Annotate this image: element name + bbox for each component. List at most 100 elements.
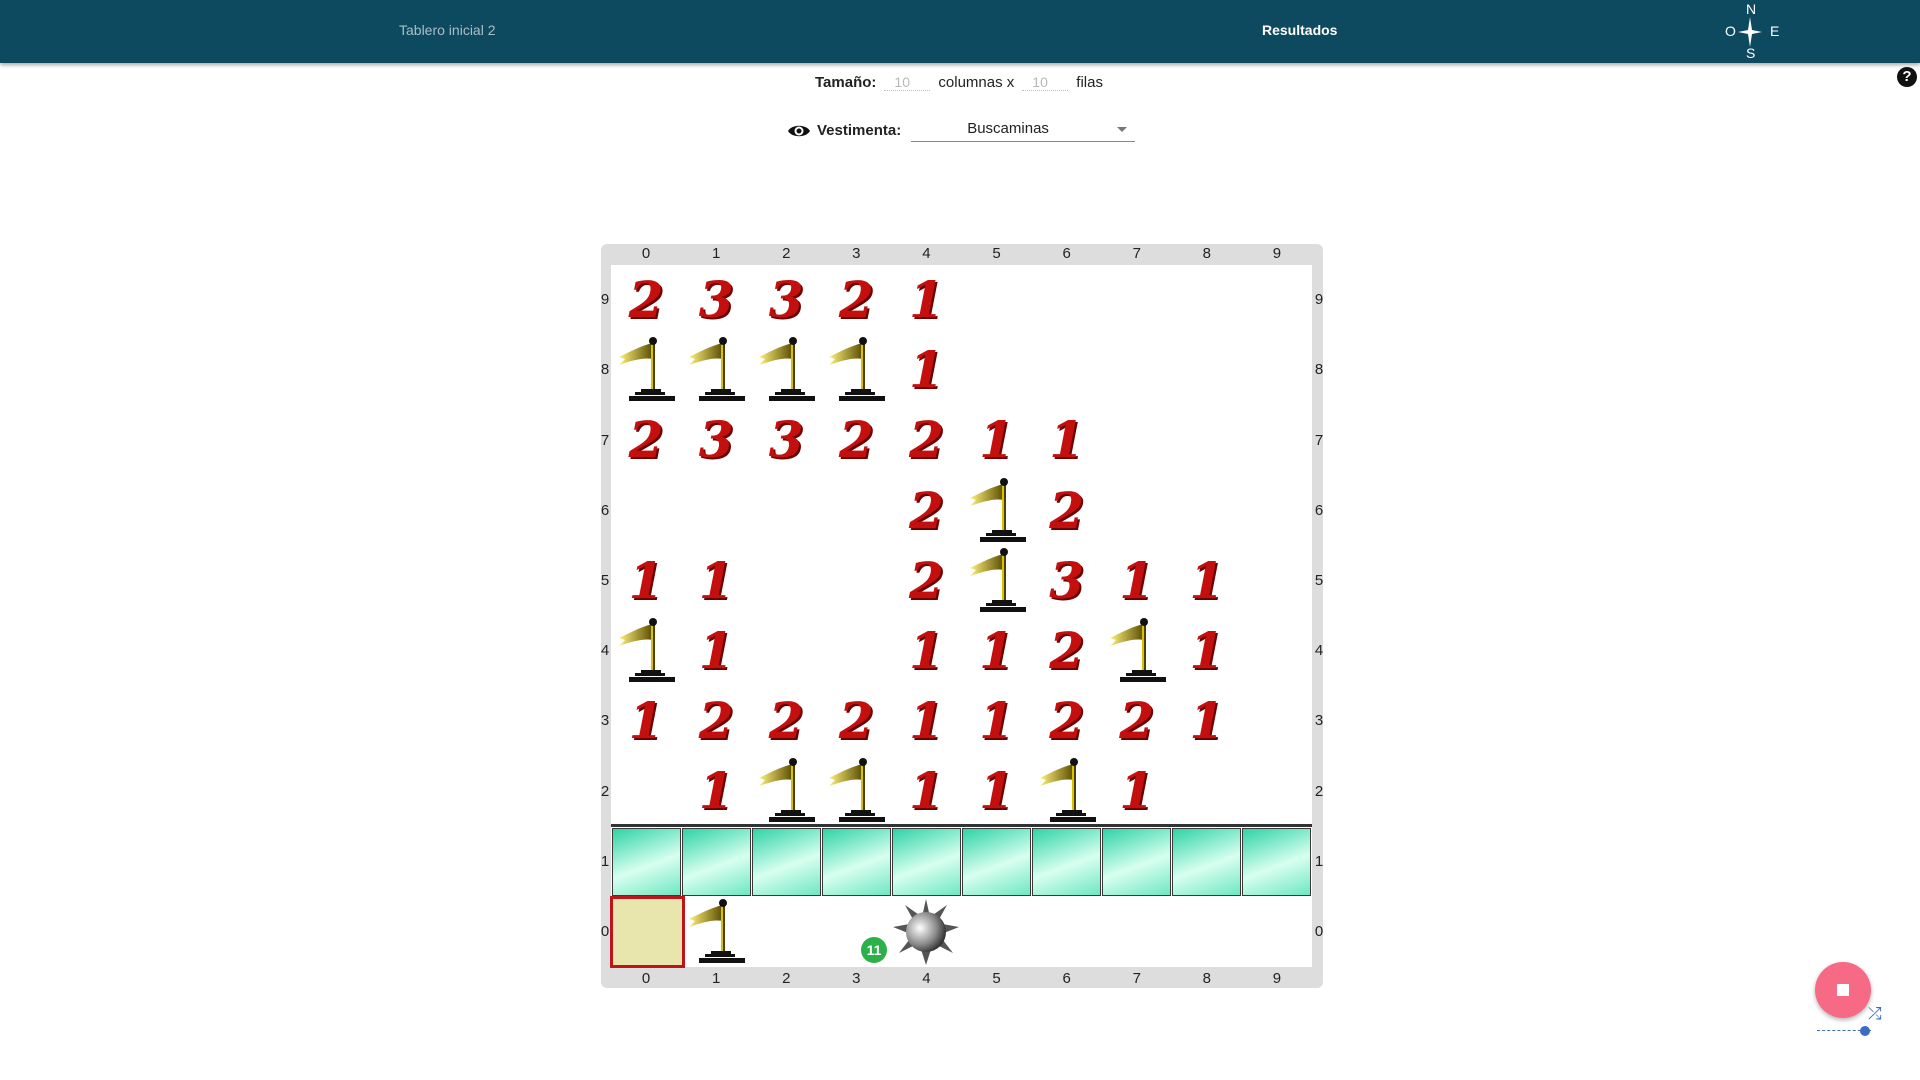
tab-tablero-inicial[interactable]: Tablero inicial 2 bbox=[399, 22, 496, 38]
row-label-left: 3 bbox=[600, 712, 610, 730]
cell-number: 2 bbox=[1049, 621, 1084, 680]
col-label-bottom: 9 bbox=[1272, 970, 1282, 987]
number-cell: 2 bbox=[1032, 686, 1102, 756]
cell-number: 2 bbox=[838, 270, 874, 329]
row-label-left: 2 bbox=[600, 782, 610, 800]
row-label-right: 0 bbox=[1314, 922, 1324, 940]
cell-number: 1 bbox=[1189, 621, 1225, 680]
cell-number: 2 bbox=[628, 270, 664, 329]
cell-number: 1 bbox=[908, 340, 944, 400]
compass-east: E bbox=[1770, 23, 1780, 39]
number-cell: 2 bbox=[1032, 476, 1102, 546]
cell-number: 2 bbox=[1049, 480, 1084, 540]
flag-icon bbox=[751, 335, 821, 405]
number-cell: 1 bbox=[1102, 756, 1172, 826]
col-label-top: 5 bbox=[992, 245, 1001, 262]
robot-cursor bbox=[610, 896, 685, 968]
number-cell: 2 bbox=[821, 686, 891, 756]
col-label-top: 0 bbox=[641, 245, 651, 262]
cell-number: 1 bbox=[698, 761, 734, 821]
number-cell: 1 bbox=[891, 265, 961, 335]
number-cell: 1 bbox=[611, 546, 681, 616]
tab-resultados[interactable]: Resultados bbox=[1262, 22, 1337, 38]
flag-icon bbox=[1032, 756, 1102, 826]
number-cell: 1 bbox=[891, 616, 961, 686]
number-cell: 2 bbox=[891, 546, 961, 616]
number-cell: 1 bbox=[962, 686, 1032, 756]
number-cell: 2 bbox=[821, 405, 891, 475]
vestimenta-select[interactable]: Buscaminas bbox=[911, 119, 1136, 142]
cell-number: 2 bbox=[768, 691, 804, 751]
flag-icon bbox=[611, 616, 681, 686]
row-label-right: 4 bbox=[1314, 642, 1324, 660]
row-label-right: 8 bbox=[1314, 361, 1324, 379]
number-cell: 3 bbox=[681, 405, 751, 475]
col-label-bottom: 4 bbox=[922, 970, 931, 987]
cell-number: 1 bbox=[1119, 761, 1155, 821]
cell-number: 1 bbox=[698, 621, 734, 680]
row-label-right: 1 bbox=[1314, 852, 1324, 870]
number-cell: 1 bbox=[681, 546, 751, 616]
col-label-top: 7 bbox=[1132, 245, 1141, 262]
row-label-left: 6 bbox=[600, 501, 610, 519]
cell-number: 1 bbox=[1049, 410, 1084, 470]
cell-number: 2 bbox=[1049, 691, 1084, 751]
compass-north: N bbox=[1746, 1, 1757, 17]
wall-tile bbox=[962, 827, 1031, 896]
cell-number: 2 bbox=[908, 480, 944, 540]
number-cell: 1 bbox=[962, 405, 1032, 475]
vestimenta-controls: Vestimenta: Buscaminas bbox=[787, 119, 1136, 142]
flag-icon bbox=[681, 897, 751, 967]
number-cell: 1 bbox=[681, 616, 751, 686]
board-grid: 111112211222112111113211221122332112332 … bbox=[610, 265, 1312, 968]
number-cell: 2 bbox=[891, 405, 961, 475]
number-cell: 2 bbox=[611, 265, 681, 335]
number-cell: 1 bbox=[962, 616, 1032, 686]
vestimenta-value: Buscaminas bbox=[967, 120, 1049, 137]
wall-tile bbox=[611, 827, 681, 896]
row-label-left: 1 bbox=[600, 852, 610, 870]
cell-number: 1 bbox=[1189, 550, 1225, 610]
eye-icon[interactable] bbox=[787, 123, 811, 139]
row-label-left: 9 bbox=[600, 291, 610, 309]
help-icon[interactable]: ? bbox=[1897, 67, 1917, 87]
number-cell: 2 bbox=[751, 686, 821, 756]
cell-number: 1 bbox=[908, 621, 944, 680]
wall-tile bbox=[751, 827, 821, 896]
row-divider bbox=[611, 824, 1312, 827]
number-cell: 3 bbox=[751, 405, 821, 475]
flag-icon bbox=[962, 546, 1032, 616]
row-label-right: 6 bbox=[1314, 501, 1324, 519]
rows-label: filas bbox=[1076, 74, 1103, 91]
col-label-top: 2 bbox=[782, 245, 791, 262]
cell-number: 3 bbox=[768, 410, 804, 470]
row-label-right: 2 bbox=[1314, 782, 1324, 800]
number-cell: 2 bbox=[821, 265, 891, 335]
row-label-left: 8 bbox=[600, 361, 610, 379]
size-controls: Tamaño: 10 columnas x 10 filas bbox=[815, 74, 1103, 91]
stop-button[interactable] bbox=[1815, 962, 1871, 1018]
cell-number: 2 bbox=[1119, 691, 1155, 751]
number-cell: 1 bbox=[681, 756, 751, 826]
shuffle-icon[interactable]: ⤮ bbox=[1868, 1004, 1882, 1024]
col-label-top: 8 bbox=[1202, 245, 1212, 262]
cell-number: 3 bbox=[768, 270, 804, 329]
cell-number: 1 bbox=[698, 550, 734, 610]
col-label-bottom: 3 bbox=[852, 970, 861, 987]
col-label-top: 6 bbox=[1062, 245, 1071, 262]
cell-number: 2 bbox=[838, 691, 874, 751]
flag-icon bbox=[821, 756, 891, 826]
row-label-right: 9 bbox=[1314, 291, 1324, 309]
flag-icon bbox=[1102, 616, 1172, 686]
slider-knob[interactable] bbox=[1860, 1026, 1870, 1036]
wall-tile bbox=[1242, 827, 1312, 896]
row-label-right: 7 bbox=[1314, 431, 1324, 449]
wall-tile bbox=[1102, 827, 1172, 896]
col-label-bottom: 6 bbox=[1062, 970, 1071, 987]
mine-icon bbox=[891, 897, 961, 967]
number-cell: 1 bbox=[1102, 546, 1172, 616]
columns-input[interactable]: 10 bbox=[884, 74, 931, 91]
wall-tile bbox=[891, 827, 961, 896]
rows-input[interactable]: 10 bbox=[1022, 74, 1069, 91]
flag-icon bbox=[681, 335, 751, 405]
